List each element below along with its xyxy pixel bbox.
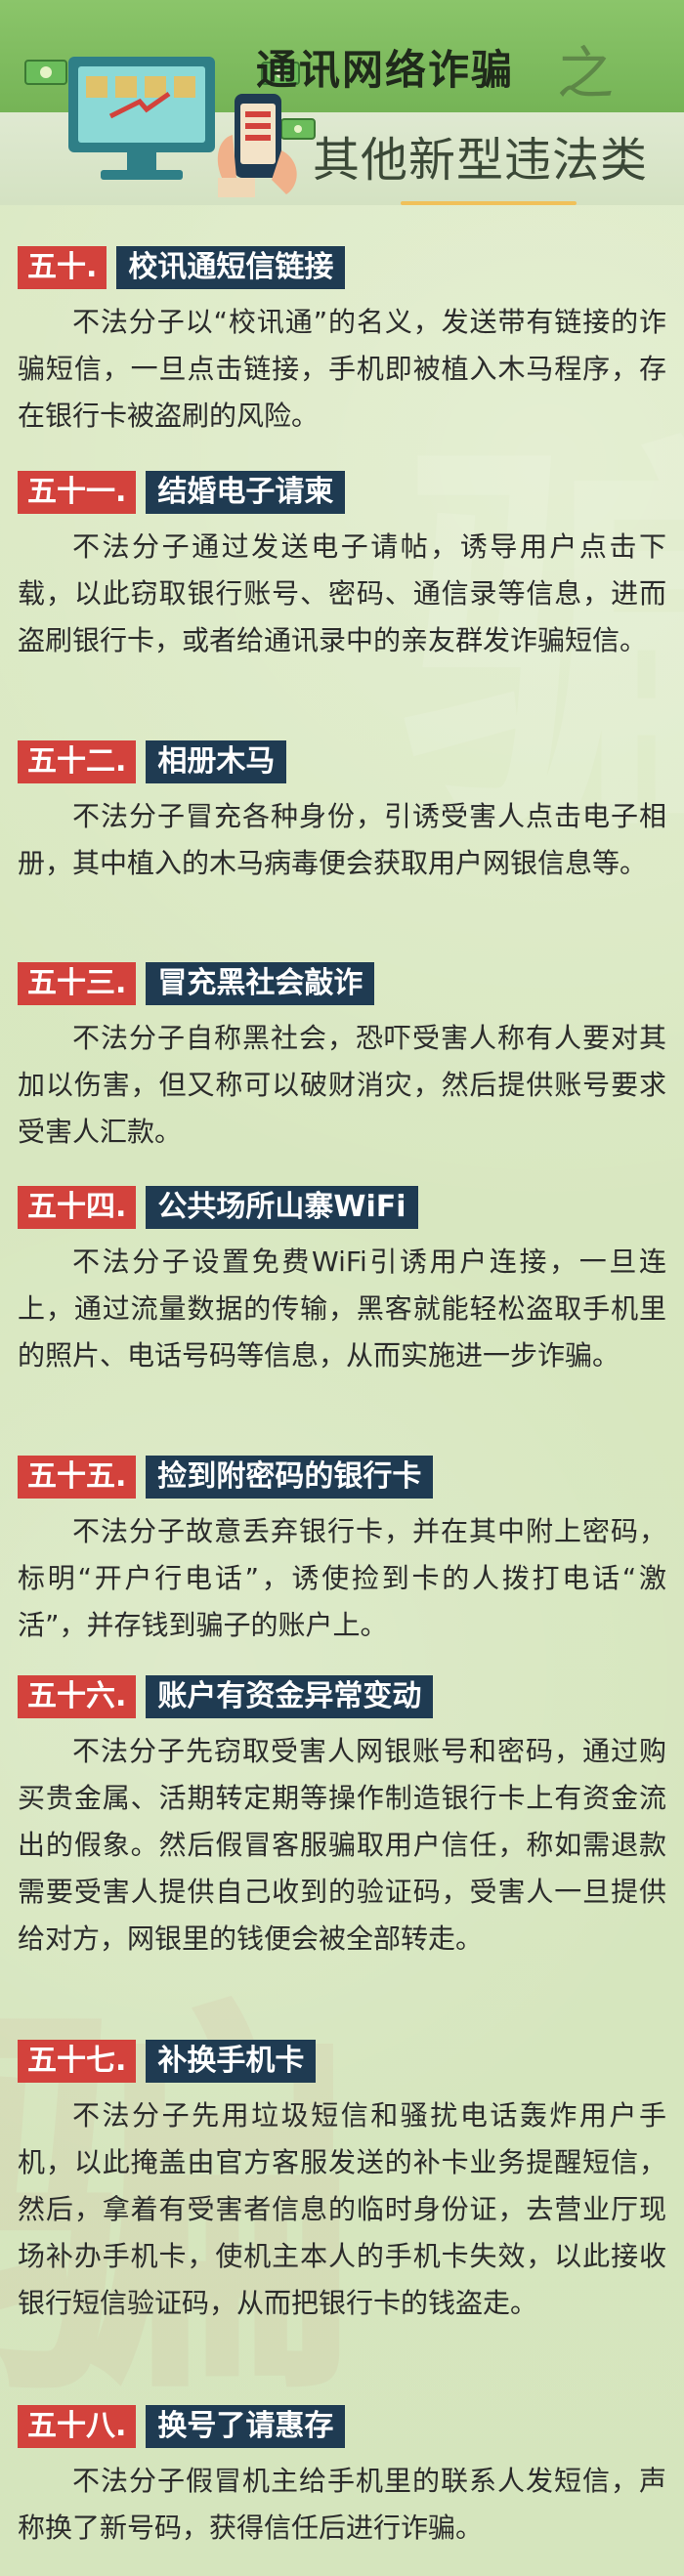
item-number: 五十二.	[18, 740, 137, 783]
item-title: 校讯通短信链接	[116, 246, 346, 289]
item-number: 五十五.	[18, 1456, 137, 1499]
item-description: 不法分子以“校讯通”的名义，发送带有链接的诈骗短信，一旦点击链接，手机即被植入木…	[18, 306, 666, 432]
item-description: 不法分子设置免费WiFi引诱用户连接，一旦连上，通过流量数据的传输，黑客就能轻松…	[18, 1246, 666, 1372]
fraud-item-header: 五十八. 换号了请惠存	[18, 2405, 666, 2448]
item-title: 公共场所山寨WiFi	[146, 1186, 418, 1229]
fraud-item-header: 五十二. 相册木马	[18, 740, 666, 783]
item-title: 补换手机卡	[146, 2040, 317, 2083]
item-number: 五十七.	[18, 2040, 137, 2083]
fraud-item: 五十三. 冒充黑社会敲诈 不法分子自称黑社会，恐吓受害人称有人要对其加以伤害，但…	[18, 962, 666, 1156]
fraud-item: 五十五. 捡到附密码的银行卡 不法分子故意丢弃银行卡，并在其中附上密码，标明“开…	[18, 1456, 666, 1649]
item-number: 五十三.	[18, 962, 137, 1005]
title-underline	[401, 201, 577, 205]
header-banner: 通讯网络诈骗 之 其他新型违法类	[0, 0, 684, 205]
item-description: 不法分子冒充各种身份，引诱受害人点击电子相册，其中植入的木马病毒便会获取用户网银…	[18, 800, 666, 879]
item-title: 捡到附密码的银行卡	[146, 1456, 434, 1499]
item-description: 不法分子自称黑社会，恐吓受害人称有人要对其加以伤害，但又称可以破财消灾，然后提供…	[18, 1022, 666, 1148]
fraud-item-header: 五十. 校讯通短信链接	[18, 246, 666, 289]
item-number: 五十一.	[18, 471, 137, 514]
item-number: 五十四.	[18, 1186, 137, 1229]
item-number: 五十.	[18, 246, 107, 289]
item-title: 账户有资金异常变动	[146, 1675, 434, 1718]
item-number: 五十八.	[18, 2405, 137, 2448]
item-description: 不法分子先窃取受害人网银账号和密码，通过购买贵金属、活期转定期等操作制造银行卡上…	[18, 1735, 666, 1955]
item-description: 不法分子故意丢弃银行卡，并在其中附上密码，标明“开户行电话”，诱使捡到卡的人拨打…	[18, 1515, 666, 1641]
fraud-item: 五十八. 换号了请惠存 不法分子假冒机主给手机里的联系人发短信，声称换了新号码，…	[18, 2405, 666, 2552]
subtitle: 其他新型违法类	[313, 133, 649, 188]
title-decoration: 之	[557, 40, 615, 106]
item-title: 结婚电子请柬	[146, 471, 346, 514]
fraud-item: 五十四. 公共场所山寨WiFi 不法分子设置免费WiFi引诱用户连接，一旦连上，…	[18, 1186, 666, 1379]
item-title: 相册木马	[146, 740, 287, 783]
fraud-item: 五十二. 相册木马 不法分子冒充各种身份，引诱受害人点击电子相册，其中植入的木马…	[18, 740, 666, 887]
fraud-item: 五十六. 账户有资金异常变动 不法分子先窃取受害人网银账号和密码，通过购买贵金属…	[18, 1675, 666, 1963]
fraud-item-header: 五十五. 捡到附密码的银行卡	[18, 1456, 666, 1499]
page: 骗 骗 通讯网络诈骗 之 其他新型违法类 五十. 校讯通短信链接 不法分子以“校…	[0, 0, 684, 2576]
fraud-item: 五十一. 结婚电子请柬 不法分子通过发送电子请帖，诱导用户点击下载，以此窃取银行…	[18, 471, 666, 664]
item-title: 冒充黑社会敲诈	[146, 962, 375, 1005]
item-number: 五十六.	[18, 1675, 137, 1718]
fraud-item: 五十. 校讯通短信链接 不法分子以“校讯通”的名义，发送带有链接的诈骗短信，一旦…	[18, 246, 666, 440]
item-description: 不法分子先用垃圾短信和骚扰电话轰炸用户手机，以此掩盖由官方客服发送的补卡业务提醒…	[18, 2099, 666, 2319]
fraud-item-header: 五十七. 补换手机卡	[18, 2040, 666, 2083]
fraud-item-header: 五十六. 账户有资金异常变动	[18, 1675, 666, 1718]
item-title: 换号了请惠存	[146, 2405, 346, 2448]
fraud-item-header: 五十三. 冒充黑社会敲诈	[18, 962, 666, 1005]
main-title: 通讯网络诈骗	[256, 46, 515, 94]
item-description: 不法分子通过发送电子请帖，诱导用户点击下载，以此窃取银行账号、密码、通信录等信息…	[18, 530, 666, 656]
fraud-item: 五十七. 补换手机卡 不法分子先用垃圾短信和骚扰电话轰炸用户手机，以此掩盖由官方…	[18, 2040, 666, 2327]
fraud-item-header: 五十四. 公共场所山寨WiFi	[18, 1186, 666, 1229]
item-description: 不法分子假冒机主给手机里的联系人发短信，声称换了新号码，获得信任后进行诈骗。	[18, 2465, 666, 2544]
fraud-item-header: 五十一. 结婚电子请柬	[18, 471, 666, 514]
